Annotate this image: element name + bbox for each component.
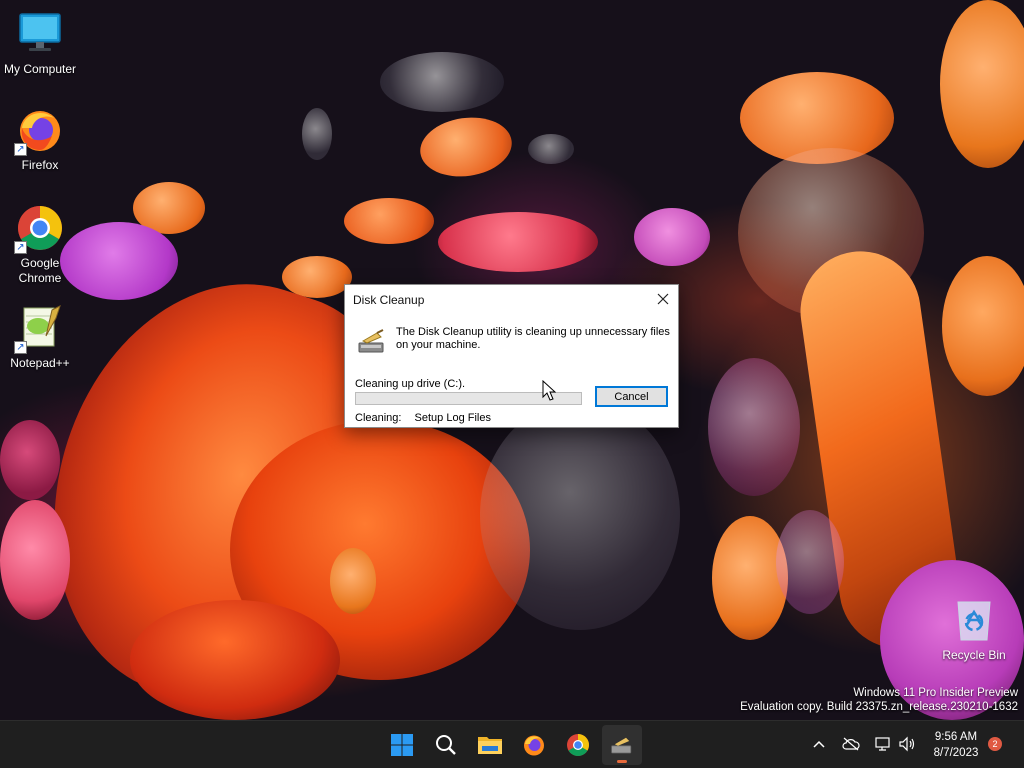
desktop-icon-label: My Computer bbox=[3, 62, 77, 76]
taskbar: 9:56 AM 8/7/2023 2 bbox=[0, 720, 1024, 768]
taskbar-file-explorer[interactable] bbox=[470, 725, 510, 765]
desktop-icon-label: Recycle Bin bbox=[942, 648, 1006, 662]
wallpaper-blob bbox=[282, 256, 352, 298]
chrome-icon bbox=[567, 734, 589, 756]
watermark-line-2: Evaluation copy. Build 23375.zn_release.… bbox=[740, 701, 1018, 713]
onedrive-status[interactable] bbox=[840, 733, 862, 755]
network-status[interactable] bbox=[872, 733, 894, 755]
clock-date: 8/7/2023 bbox=[933, 747, 979, 759]
taskbar-search-button[interactable] bbox=[426, 725, 466, 765]
notepad-plus-plus-icon: ↗ bbox=[14, 304, 64, 354]
wallpaper-blob bbox=[634, 208, 710, 266]
drive-status-text: Cleaning up drive (C:). bbox=[355, 378, 466, 390]
show-hidden-icons-button[interactable] bbox=[808, 733, 830, 755]
dialog-title: Disk Cleanup bbox=[353, 293, 425, 307]
wallpaper-blob bbox=[0, 420, 60, 500]
cleaning-status-value: Setup Log Files bbox=[414, 412, 491, 424]
wallpaper-blob bbox=[528, 134, 574, 164]
file-explorer-icon bbox=[478, 737, 502, 754]
close-icon bbox=[657, 293, 669, 305]
cloud-offline-icon bbox=[842, 737, 860, 751]
mouse-cursor-icon bbox=[542, 379, 557, 407]
search-icon bbox=[436, 735, 456, 755]
watermark-line-1: Windows 11 Pro Insider Preview bbox=[853, 687, 1018, 699]
shortcut-arrow-icon: ↗ bbox=[14, 143, 27, 156]
dialog-message: The Disk Cleanup utility is cleaning up … bbox=[396, 326, 670, 351]
wallpaper-blob bbox=[438, 212, 598, 272]
wallpaper-blob bbox=[776, 510, 844, 614]
wallpaper-blob bbox=[416, 111, 516, 183]
wallpaper-blob bbox=[940, 0, 1024, 168]
speaker-icon bbox=[899, 736, 915, 752]
active-app-indicator bbox=[617, 760, 627, 763]
desktop-icon-label: Google Chrome bbox=[18, 256, 62, 285]
start-icon bbox=[391, 734, 413, 756]
firefox-icon: ↗ bbox=[14, 106, 64, 156]
volume-control[interactable] bbox=[896, 733, 918, 755]
desktop-icon-my-computer[interactable]: My Computer bbox=[0, 10, 80, 77]
network-icon bbox=[875, 737, 890, 751]
cleaning-status: Cleaning: Setup Log Files bbox=[355, 412, 491, 424]
notification-badge[interactable]: 2 bbox=[988, 737, 1002, 751]
wallpaper-blob bbox=[330, 548, 376, 614]
wallpaper-blob bbox=[302, 108, 332, 160]
taskbar-firefox[interactable] bbox=[514, 725, 554, 765]
close-button[interactable] bbox=[648, 285, 678, 313]
desktop-icon-firefox[interactable]: ↗ Firefox bbox=[0, 106, 80, 173]
chrome-icon: ↗ bbox=[14, 204, 64, 254]
build-watermark: Windows 11 Pro Insider Preview Evaluatio… bbox=[740, 686, 1018, 714]
disk-cleanup-icon bbox=[357, 329, 387, 355]
wallpaper-blob bbox=[130, 600, 340, 720]
taskbar-clock[interactable]: 9:56 AM 8/7/2023 bbox=[924, 729, 988, 761]
disk-cleanup-icon bbox=[611, 737, 632, 754]
desktop-icon-label: Notepad++ bbox=[10, 356, 70, 370]
wallpaper-blob bbox=[380, 52, 504, 112]
cancel-button[interactable]: Cancel bbox=[595, 386, 668, 407]
desktop-icon-notepad-plus-plus[interactable]: ↗ Notepad++ bbox=[0, 304, 80, 371]
taskbar-chrome[interactable] bbox=[558, 725, 598, 765]
clock-time: 9:56 AM bbox=[934, 731, 978, 743]
desktop-icon-recycle-bin[interactable]: Recycle Bin bbox=[934, 596, 1014, 663]
taskbar-disk-cleanup[interactable] bbox=[602, 725, 642, 765]
firefox-icon bbox=[524, 735, 544, 756]
wallpaper-blob bbox=[480, 400, 680, 630]
desktop-icon-label: Firefox bbox=[21, 158, 59, 172]
disk-cleanup-dialog: Disk Cleanup The Disk Cleanup utility is… bbox=[344, 284, 679, 428]
monitor-icon bbox=[16, 10, 64, 58]
recycle-bin-icon bbox=[950, 596, 998, 644]
wallpaper-blob bbox=[0, 500, 70, 620]
desktop-icon-google-chrome[interactable]: ↗ Google Chrome bbox=[0, 204, 80, 286]
wallpaper-blob bbox=[708, 358, 800, 496]
start-button[interactable] bbox=[382, 725, 422, 765]
chevron-up-icon bbox=[813, 740, 825, 748]
wallpaper-blob bbox=[942, 256, 1024, 396]
shortcut-arrow-icon: ↗ bbox=[14, 241, 27, 254]
wallpaper-blob bbox=[712, 516, 788, 640]
wallpaper-blob bbox=[344, 198, 434, 244]
cleaning-status-label: Cleaning: bbox=[355, 412, 402, 424]
shortcut-arrow-icon: ↗ bbox=[14, 341, 27, 354]
